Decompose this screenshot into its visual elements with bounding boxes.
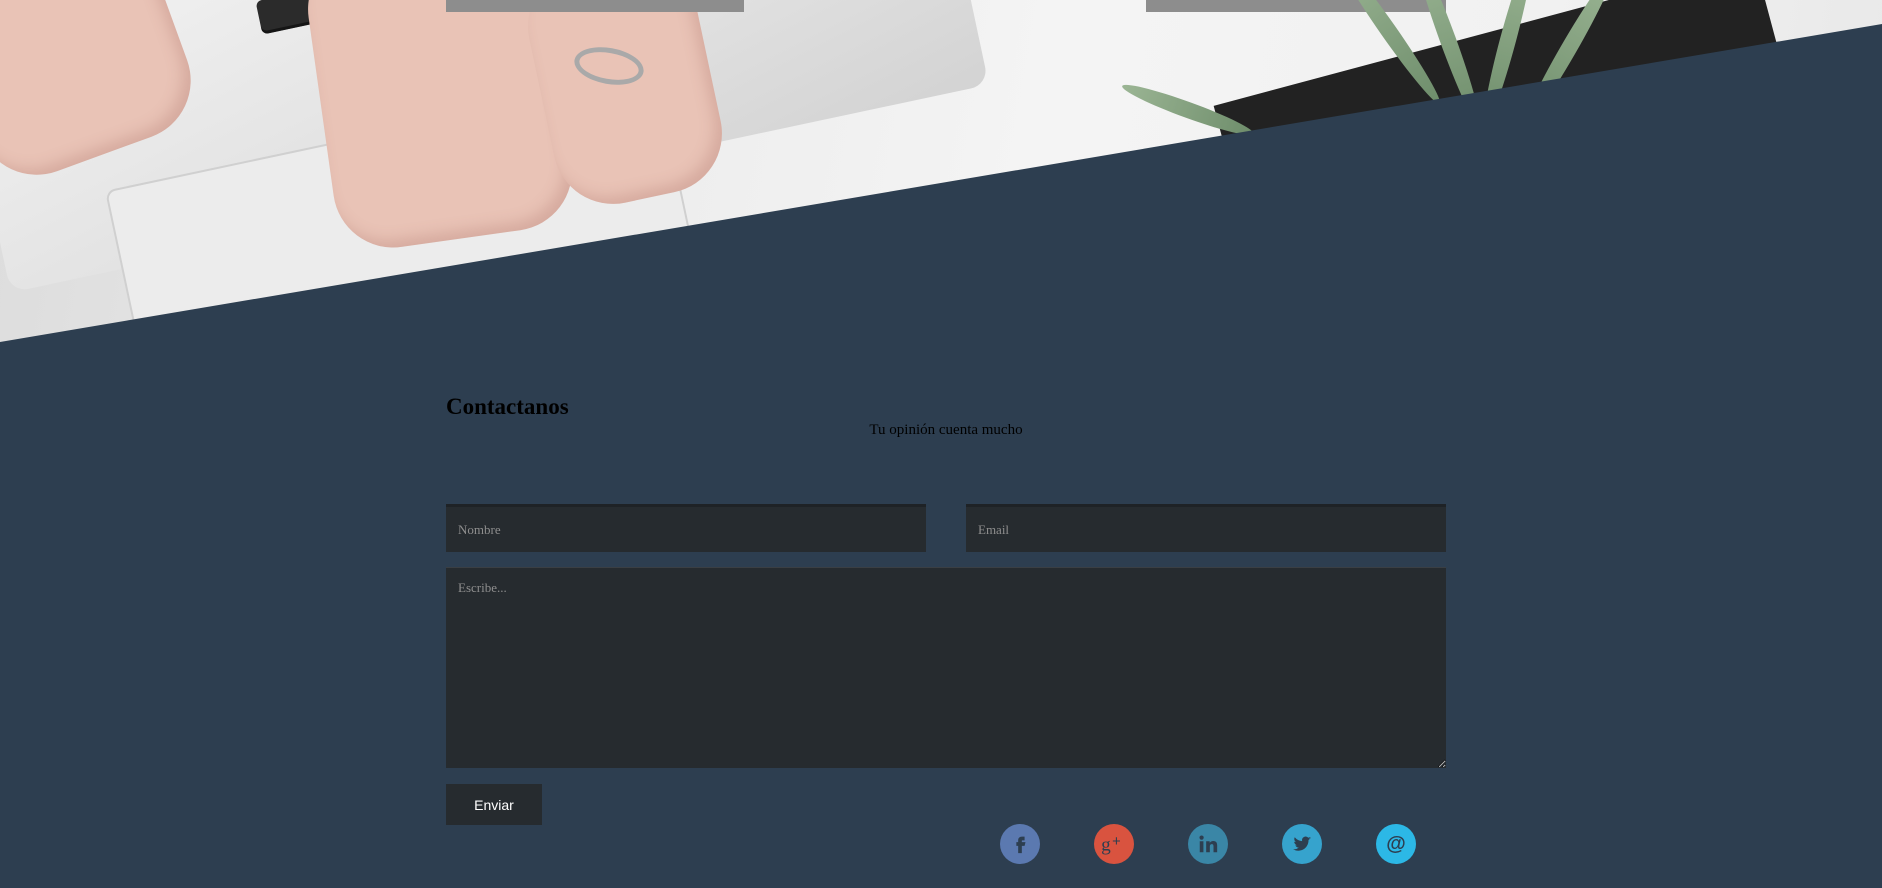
contact-subtitle: Tu opinión cuenta mucho bbox=[869, 422, 1023, 438]
message-textarea[interactable] bbox=[446, 567, 1446, 768]
hero-image bbox=[0, 0, 1882, 345]
svg-text:@: @ bbox=[1386, 833, 1406, 855]
contact-section: Contactanos Tu opinión cuenta mucho Envi… bbox=[446, 380, 1446, 880]
send-button[interactable]: Enviar bbox=[446, 784, 542, 825]
svg-text:+: + bbox=[1112, 834, 1121, 850]
email-icon[interactable]: @ bbox=[1376, 824, 1416, 864]
social-links: g + @ bbox=[1000, 824, 1420, 864]
name-input[interactable] bbox=[446, 504, 926, 552]
slanted-divider bbox=[0, 24, 1882, 345]
google-plus-icon[interactable]: g + bbox=[1094, 824, 1134, 864]
email-input[interactable] bbox=[966, 504, 1446, 552]
contact-title: Contactanos bbox=[446, 394, 569, 419]
twitter-icon[interactable] bbox=[1282, 824, 1322, 864]
facebook-icon[interactable] bbox=[1000, 824, 1040, 864]
svg-text:g: g bbox=[1101, 834, 1111, 855]
linkedin-icon[interactable] bbox=[1188, 824, 1228, 864]
